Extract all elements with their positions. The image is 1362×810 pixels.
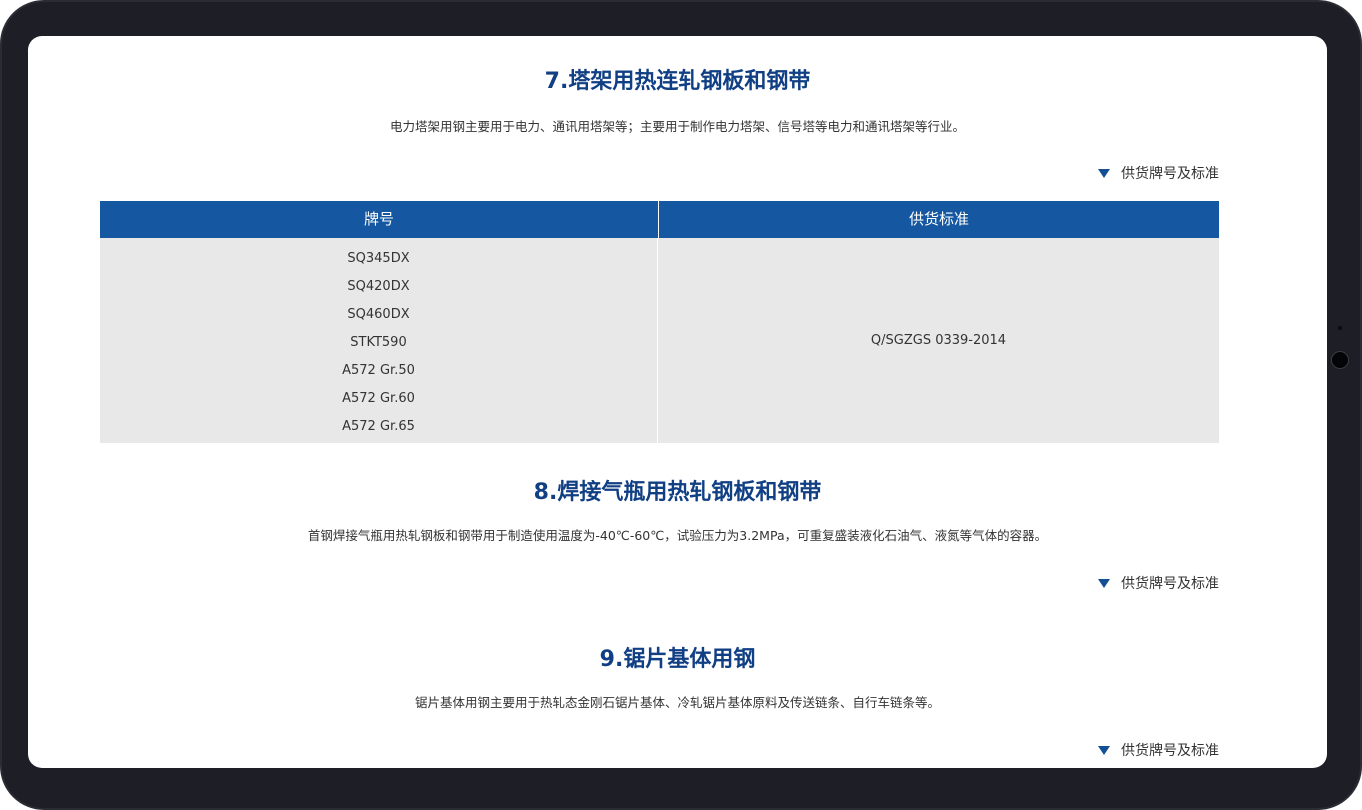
caret-down-icon	[1098, 745, 1110, 755]
section-8-title: 8.焊接气瓶用热轧钢板和钢带	[533, 480, 822, 505]
section-8-description: 首钢焊接气瓶用热轧钢板和钢带用于制造使用温度为-40℃-60℃，试验压力为3.2…	[307, 528, 1048, 543]
section-7-title: 7.塔架用热连轧钢板和钢带	[544, 69, 811, 94]
caret-down-icon	[1098, 168, 1110, 178]
toggle-label: 供货牌号及标准	[1121, 576, 1219, 592]
supply-standard: Q/SGZGS 0339-2014	[870, 333, 1007, 348]
grade-item: SQ420DX	[347, 279, 410, 294]
section-9-standards-toggle[interactable]: 供货牌号及标准	[1098, 740, 1219, 760]
table-header: 牌号 供货标准	[100, 201, 1219, 238]
grade-item: A572 Gr.50	[342, 363, 415, 378]
grade-item: STKT590	[350, 335, 407, 350]
grade-standard-table: 牌号 供货标准 SQ345DX SQ420DX SQ460DX STKT590 …	[100, 201, 1219, 443]
section-9-description: 锯片基体用钢主要用于热轧态金刚石锯片基体、冷轧锯片基体原料及传送链条、自行车链条…	[414, 695, 940, 710]
grade-list: SQ345DX SQ420DX SQ460DX STKT590 A572 Gr.…	[100, 238, 658, 443]
section-9-title: 9.锯片基体用钢	[599, 647, 756, 672]
grade-item: SQ460DX	[347, 307, 410, 322]
tablet-device: 7.塔架用热连轧钢板和钢带 电力塔架用钢主要用于电力、通讯用塔架等；主要用于制作…	[0, 0, 1362, 810]
header-grade: 牌号	[100, 201, 659, 238]
table-body: SQ345DX SQ420DX SQ460DX STKT590 A572 Gr.…	[100, 238, 1219, 443]
toggle-label: 供货牌号及标准	[1121, 166, 1219, 182]
section-8-standards-toggle[interactable]: 供货牌号及标准	[1098, 573, 1219, 593]
toggle-label: 供货牌号及标准	[1121, 743, 1219, 759]
sensor-dot	[1338, 326, 1342, 330]
grade-item: A572 Gr.65	[342, 419, 415, 434]
header-standard: 供货标准	[908, 210, 969, 228]
section-7-standards-toggle[interactable]: 供货牌号及标准	[1098, 163, 1219, 183]
caret-down-icon	[1098, 578, 1110, 588]
section-7-description: 电力塔架用钢主要用于电力、通讯用塔架等；主要用于制作电力塔架、信号塔等电力和通讯…	[389, 119, 965, 134]
camera-button	[1331, 351, 1349, 369]
grade-item: A572 Gr.60	[342, 391, 415, 406]
grade-item: SQ345DX	[347, 251, 410, 266]
screen: 7.塔架用热连轧钢板和钢带 电力塔架用钢主要用于电力、通讯用塔架等；主要用于制作…	[28, 36, 1327, 768]
